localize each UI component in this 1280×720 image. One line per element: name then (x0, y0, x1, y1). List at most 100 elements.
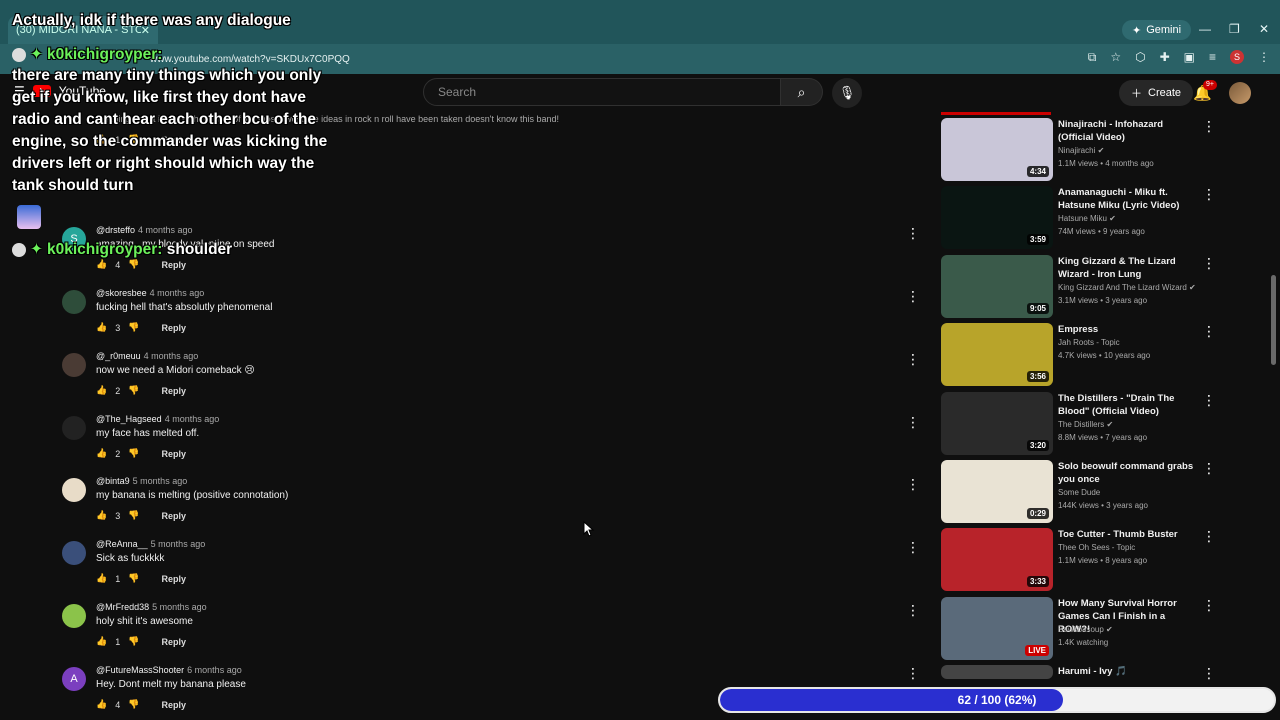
scrollbar[interactable] (1271, 275, 1276, 365)
reply-button[interactable]: Reply (161, 386, 186, 396)
video-title[interactable]: King Gizzard & The Lizard Wizard - Iron … (1058, 255, 1198, 281)
channel-name[interactable]: Hatsune Miku ✔ (1058, 214, 1116, 223)
video-thumbnail[interactable]: 9:05 (941, 254, 1053, 318)
more-options-icon[interactable]: ⋮ (906, 289, 920, 303)
gemini-button[interactable]: ✦ Gemini (1122, 20, 1192, 40)
avatar[interactable] (62, 604, 86, 628)
profile-avatar[interactable]: S (1230, 50, 1244, 64)
video-card[interactable]: 4:34 Ninajirachi - Infohazard (Official V… (940, 118, 1216, 184)
more-options-icon[interactable]: ⋮ (1202, 324, 1216, 338)
channel-name[interactable]: Ninajirachi ✔ (1058, 146, 1104, 155)
video-title[interactable]: Empress (1058, 323, 1198, 336)
channel-name[interactable]: Some Dude (1058, 488, 1100, 497)
notifications-button[interactable]: 🔔 9+ (1193, 80, 1217, 102)
more-options-icon[interactable]: ⋮ (906, 477, 920, 491)
more-options-icon[interactable]: ⋮ (906, 540, 920, 554)
video-title[interactable]: The Distillers - "Drain The Blood" (Offi… (1058, 392, 1198, 418)
video-card[interactable]: 3:33 Toe Cutter - Thumb Buster Thee Oh See… (940, 528, 1216, 594)
install-icon[interactable]: ⧉ (1088, 50, 1097, 65)
create-button[interactable]: ＋ Create (1119, 80, 1194, 106)
more-options-icon[interactable]: ⋮ (1202, 187, 1216, 201)
channel-name[interactable]: King Gizzard And The Lizard Wizard ✔ (1058, 283, 1196, 292)
more-options-icon[interactable]: ⋮ (906, 666, 920, 680)
avatar[interactable] (62, 416, 86, 440)
channel-name[interactable]: Jah Roots - Topic (1058, 338, 1120, 347)
video-thumbnail[interactable]: 3:59 (941, 186, 1053, 250)
video-card[interactable]: LIVE How Many Survival Horror Games Can I… (940, 596, 1216, 663)
reply-button[interactable]: Reply (161, 449, 186, 459)
video-thumbnail[interactable]: LIVE (941, 596, 1053, 660)
video-card[interactable]: 3:20 The Distillers - "Drain The Blood" (… (940, 391, 1216, 458)
comment-author[interactable]: @MrFredd38 (96, 602, 149, 612)
more-options-icon[interactable]: ⋮ (1202, 666, 1216, 680)
reply-button[interactable]: Reply (161, 511, 186, 521)
video-title[interactable]: Ninajirachi - Infohazard (Official Video… (1058, 118, 1198, 144)
video-title[interactable]: Toe Cutter - Thumb Buster (1058, 528, 1198, 541)
dislike-icon[interactable]: 👎 (128, 510, 139, 521)
avatar[interactable] (62, 541, 86, 565)
bookmark-star-icon[interactable]: ☆ (1110, 50, 1121, 65)
reply-button[interactable]: Reply (161, 700, 186, 710)
comment-author[interactable]: @_r0meuu (96, 351, 141, 361)
video-thumbnail[interactable]: 3:20 (941, 391, 1053, 455)
like-icon[interactable]: 👍 (96, 385, 107, 396)
more-options-icon[interactable]: ⋮ (1202, 529, 1216, 543)
video-title[interactable]: Harumi - Ivy 🎵 (1058, 665, 1198, 678)
more-options-icon[interactable]: ⋮ (906, 415, 920, 429)
video-thumbnail[interactable]: 0:29 (941, 460, 1053, 523)
avatar[interactable] (62, 290, 86, 314)
channel-name[interactable]: Bawkbasoup ✔ (1058, 625, 1113, 634)
dislike-icon[interactable]: 👎 (128, 322, 139, 333)
video-card[interactable]: 9:05 King Gizzard & The Lizard Wizard - I… (940, 254, 1216, 321)
reply-button[interactable]: Reply (161, 323, 186, 333)
more-options-icon[interactable]: ⋮ (1202, 461, 1216, 475)
maximize-icon[interactable]: ❐ (1229, 22, 1240, 36)
video-thumbnail[interactable]: 3:56 (941, 323, 1053, 387)
reply-button[interactable]: Reply (161, 574, 186, 584)
more-options-icon[interactable]: ⋮ (1202, 393, 1216, 407)
close-window-icon[interactable]: ✕ (1259, 22, 1269, 36)
reply-button[interactable]: Reply (161, 637, 186, 647)
dislike-icon[interactable]: 👎 (128, 636, 139, 647)
like-icon[interactable]: 👍 (96, 573, 107, 584)
like-icon[interactable]: 👍 (96, 510, 107, 521)
like-icon[interactable]: 👍 (96, 636, 107, 647)
channel-name[interactable]: Thee Oh Sees - Topic (1058, 543, 1135, 552)
like-icon[interactable]: 👍 (96, 699, 107, 710)
video-title[interactable]: Solo beowulf command grabs you once (1058, 460, 1198, 486)
user-avatar[interactable] (1229, 82, 1251, 104)
comment-author[interactable]: @skoresbee (96, 288, 147, 298)
comment-author[interactable]: @ReAnna__ (96, 539, 148, 549)
video-thumbnail[interactable]: 4:34 (941, 118, 1053, 181)
dislike-icon[interactable]: 👎 (128, 385, 139, 396)
extension-icon[interactable]: ⬡ (1135, 50, 1145, 65)
minimize-icon[interactable]: — (1199, 22, 1211, 36)
video-card[interactable]: 3:56 Empress Jah Roots - Topic 4.7K views •… (940, 323, 1216, 389)
avatar[interactable] (62, 478, 86, 502)
video-thumbnail[interactable]: 3:33 (941, 528, 1053, 592)
puzzle-icon[interactable]: ✚ (1160, 50, 1170, 65)
more-options-icon[interactable]: ⋮ (906, 352, 920, 366)
video-card[interactable]: 0:29 Solo beowulf command grabs you once S… (940, 460, 1216, 526)
browser-menu-icon[interactable]: ⋮ (1258, 50, 1270, 65)
video-card[interactable]: 3:59 Anamanaguchi - Miku ft. Hatsune Miku… (940, 186, 1216, 252)
more-options-icon[interactable]: ⋮ (1202, 598, 1216, 612)
more-options-icon[interactable]: ⋮ (906, 603, 920, 617)
comment-author[interactable]: @FutureMassShooter (96, 665, 184, 675)
more-options-icon[interactable]: ⋮ (1202, 256, 1216, 270)
video-title[interactable]: Anamanaguchi - Miku ft. Hatsune Miku (Ly… (1058, 186, 1198, 212)
avatar[interactable]: A (62, 667, 86, 691)
dislike-icon[interactable]: 👎 (128, 448, 139, 459)
more-options-icon[interactable]: ⋮ (1202, 119, 1216, 133)
dislike-icon[interactable]: 👎 (128, 573, 139, 584)
comment-author[interactable]: @The_Hagseed (96, 414, 162, 424)
media-icon[interactable]: ≡ (1209, 50, 1216, 65)
more-options-icon[interactable]: ⋮ (906, 226, 920, 240)
like-icon[interactable]: 👍 (96, 448, 107, 459)
like-icon[interactable]: 👍 (96, 322, 107, 333)
avatar[interactable] (62, 353, 86, 377)
channel-name[interactable]: The Distillers ✔ (1058, 420, 1113, 429)
comment-author[interactable]: @binta9 (96, 476, 130, 486)
sidebar-icon[interactable]: ▣ (1184, 50, 1195, 65)
dislike-icon[interactable]: 👎 (128, 699, 139, 710)
